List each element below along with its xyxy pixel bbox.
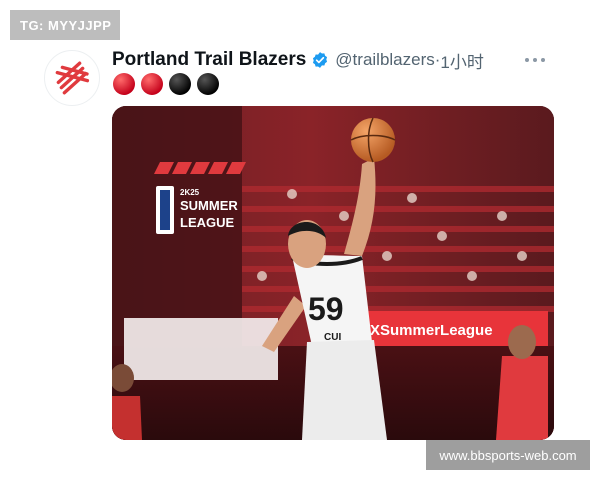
display-name[interactable]: Portland Trail Blazers	[112, 49, 306, 71]
basketball-emoji-icon	[113, 73, 135, 95]
jersey-name: CUI	[324, 332, 341, 343]
blazers-pinwheel-logo-icon	[55, 61, 90, 95]
tweet-photo[interactable]: 2K25 SUMMER LEAGUE XSummerLeague 59 CUI	[112, 106, 554, 440]
post-timestamp[interactable]: 1小时	[440, 48, 483, 73]
summer-league-year: 2K25	[180, 188, 200, 197]
photo-scene: 2K25 SUMMER LEAGUE XSummerLeague 59 CUI	[112, 106, 554, 440]
user-handle[interactable]: @trailblazers	[335, 50, 434, 70]
verified-badge-icon	[311, 51, 329, 69]
tg-watermark: TG: MYYJJPP	[10, 10, 120, 40]
summer-league-line2: LEAGUE	[180, 215, 235, 230]
jersey-number: 59	[308, 291, 344, 327]
tweet-header: Portland Trail Blazers @trailblazers · 1…	[112, 48, 562, 72]
basketball-emoji-icon	[197, 73, 219, 95]
basketball-emoji-icon	[141, 73, 163, 95]
site-watermark: www.bbsports-web.com	[426, 440, 590, 470]
profile-avatar[interactable]	[44, 50, 100, 106]
summer-league-line1: SUMMER	[180, 198, 238, 213]
emoji-row	[112, 72, 220, 96]
basketball-emoji-icon	[169, 73, 191, 95]
more-options-icon[interactable]	[520, 48, 550, 72]
arena-banner-text: XSummerLeague	[370, 322, 493, 339]
